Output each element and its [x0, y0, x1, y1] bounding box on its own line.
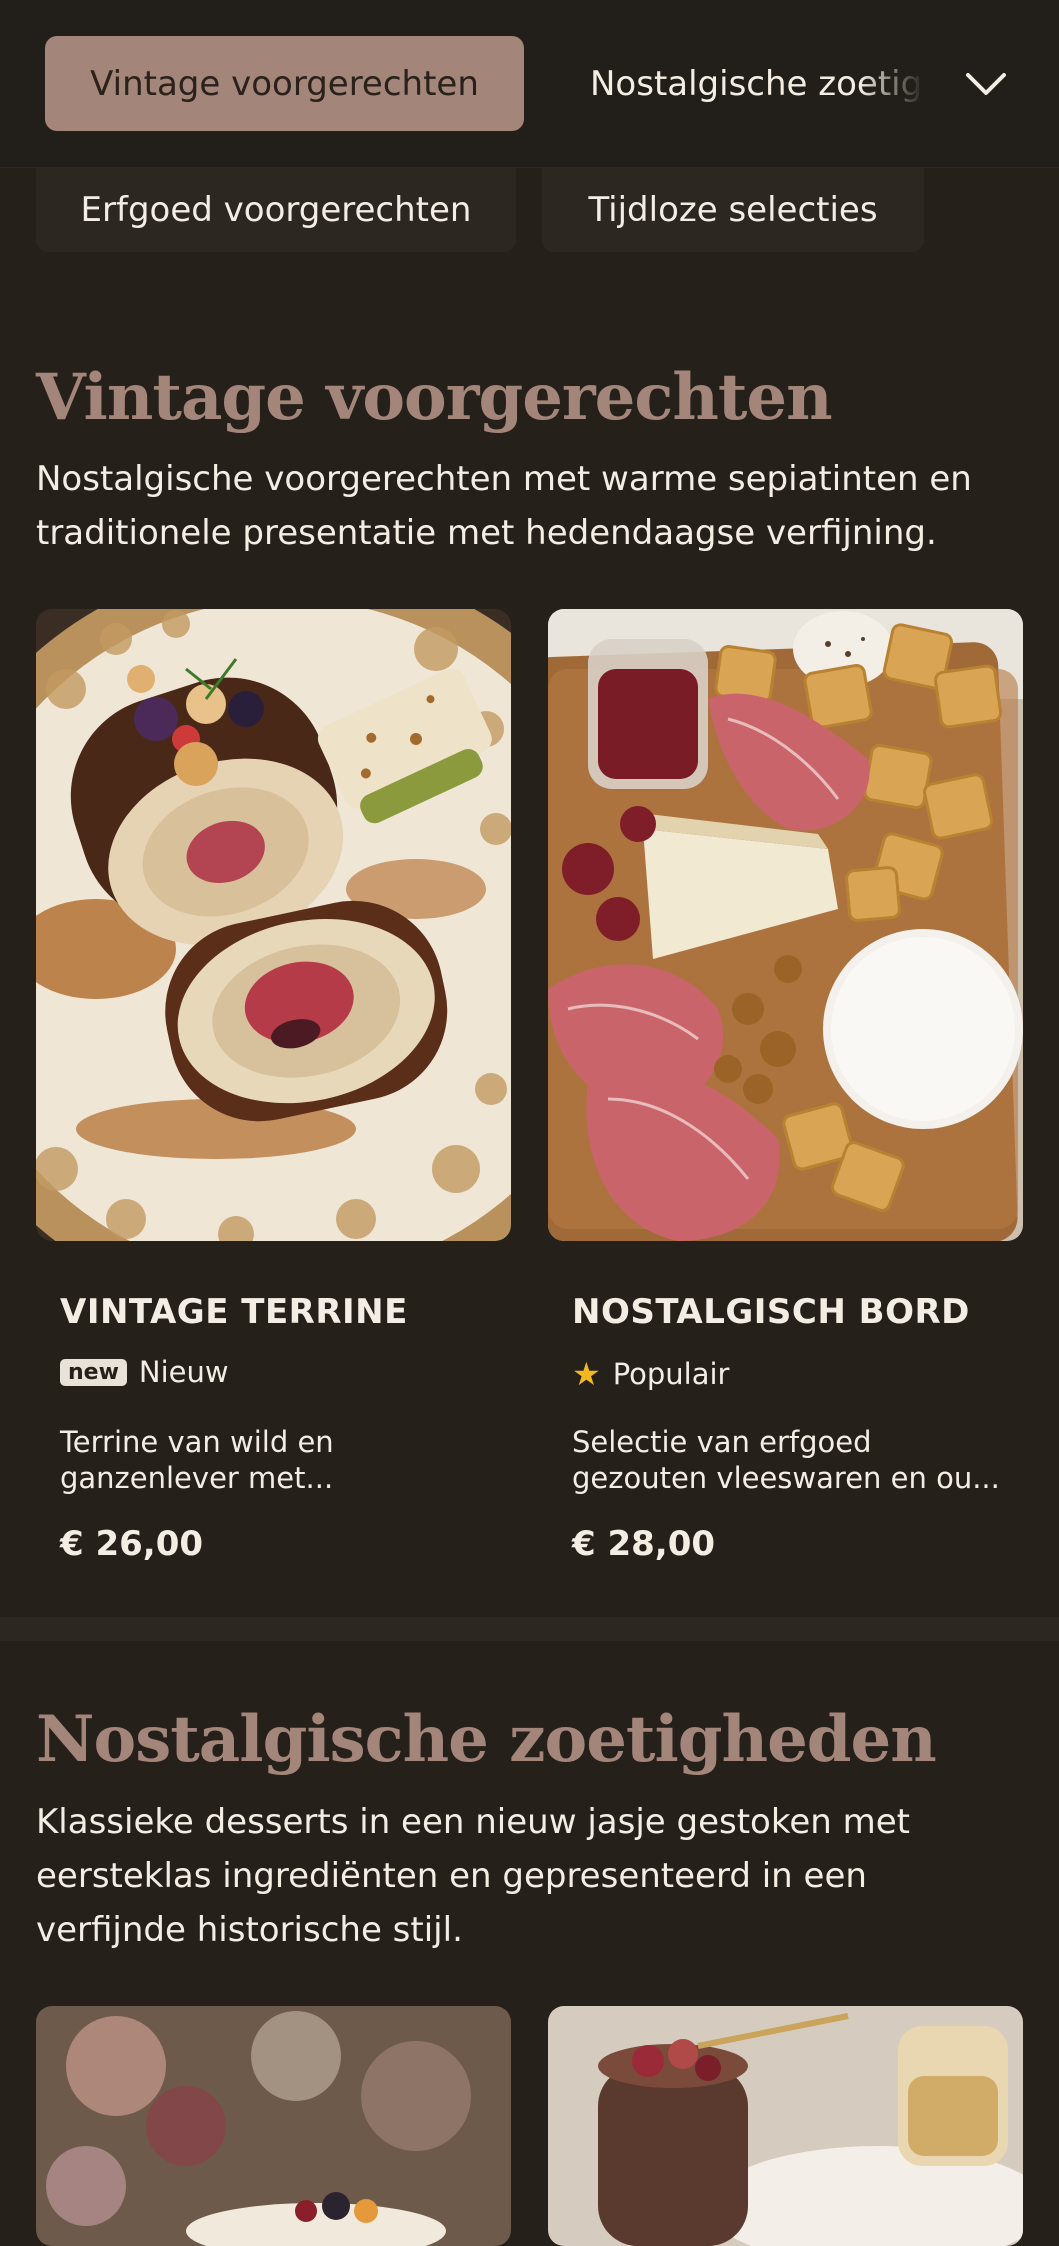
card-title: VINTAGE TERRINE [60, 1292, 408, 1332]
nostalgisch-bord-image[interactable] [548, 609, 1023, 1241]
section-description: Klassieke desserts in een nieuw jasje ge… [36, 1802, 910, 1950]
section-divider [0, 1617, 1059, 1641]
badge-text: Populair [612, 1357, 730, 1391]
card-description-line: Terrine van wild en [60, 1425, 334, 1459]
badge-text: Nieuw [138, 1355, 229, 1389]
card-description-line: gezouten vleeswaren en ou... [572, 1461, 1000, 1495]
subnav-label: Erfgoed voorgerechten [80, 190, 472, 230]
new-badge: new [60, 1358, 127, 1386]
tab-label: Vintage voorgerechten [90, 63, 479, 104]
card-price: € 28,00 [572, 1524, 716, 1564]
dessert-image[interactable] [548, 2006, 1023, 2246]
chevron-down-icon[interactable] [960, 58, 1012, 110]
card-description: Selectie van erfgoed gezouten vleeswaren… [572, 1424, 1012, 1496]
card-price: € 26,00 [60, 1524, 204, 1564]
card-badge: new Nieuw [60, 1355, 229, 1389]
card-description-line: Selectie van erfgoed [572, 1425, 872, 1459]
subnav-erfgoed-voorgerechten[interactable]: Erfgoed voorgerechten [36, 168, 516, 252]
subnav-label: Tijdloze selecties [588, 190, 878, 230]
card-description-line: ganzenlever met... [60, 1461, 334, 1495]
section-title: Vintage voorgerechten [36, 360, 833, 435]
tab-fade-overlay [860, 40, 940, 130]
tab-vintage-voorgerechten[interactable]: Vintage voorgerechten [45, 36, 524, 131]
subnav-tijdloze-selecties[interactable]: Tijdloze selecties [542, 168, 924, 252]
section-description: Nostalgische voorgerechten met warme sep… [36, 459, 972, 553]
category-nav-bar: Vintage voorgerechten Nostalgische zoeti… [0, 0, 1059, 168]
star-icon: ★ [572, 1355, 601, 1393]
card-title: NOSTALGISCH BORD [572, 1292, 970, 1332]
card-description: Terrine van wild en ganzenlever met... [60, 1424, 500, 1496]
card-badge: ★ Populair [572, 1355, 729, 1393]
dessert-image[interactable] [36, 2006, 511, 2246]
section-title: Nostalgische zoetigheden [36, 1702, 937, 1777]
vintage-terrine-image[interactable] [36, 609, 511, 1241]
